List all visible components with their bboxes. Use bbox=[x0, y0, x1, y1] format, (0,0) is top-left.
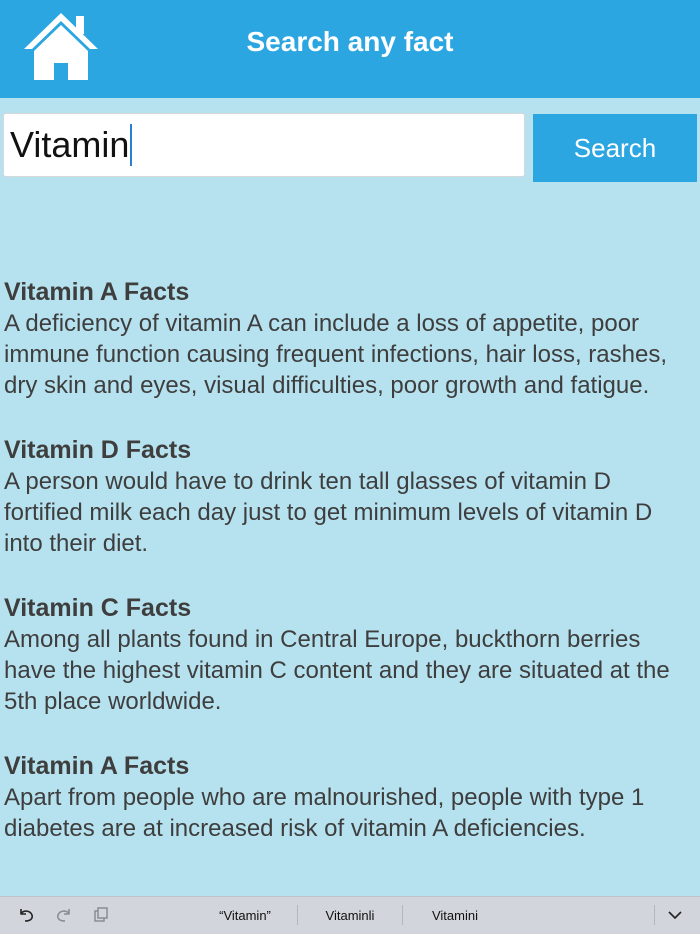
results-list: Vitamin A Facts A deficiency of vitamin … bbox=[4, 276, 684, 877]
fact-item: Vitamin C Facts Among all plants found i… bbox=[4, 592, 684, 717]
fact-title: Vitamin A Facts bbox=[4, 278, 190, 306]
text-caret bbox=[130, 124, 132, 166]
search-button[interactable]: Search bbox=[533, 114, 697, 182]
keyboard-shortcut-bar: “Vitamin” Vitaminli Vitamini bbox=[0, 896, 700, 934]
search-input[interactable] bbox=[3, 113, 525, 177]
paste-icon[interactable] bbox=[91, 905, 111, 925]
fact-body: Among all plants found in Central Europe… bbox=[4, 626, 670, 715]
chevron-down-icon[interactable] bbox=[665, 905, 685, 925]
suggestion-divider bbox=[297, 905, 298, 925]
fact-body: Apart from people who are malnourished, … bbox=[4, 784, 645, 842]
fact-title: Vitamin A Facts bbox=[4, 752, 190, 780]
suggestion-item[interactable]: Vitamini bbox=[405, 908, 505, 923]
fact-item: Vitamin D Facts A person would have to d… bbox=[4, 434, 684, 559]
redo-icon[interactable] bbox=[54, 905, 74, 925]
fact-item: Vitamin A Facts Apart from people who ar… bbox=[4, 750, 684, 844]
fact-item: Vitamin A Facts A deficiency of vitamin … bbox=[4, 276, 684, 401]
suggestion-divider bbox=[654, 905, 655, 925]
undo-icon[interactable] bbox=[16, 905, 36, 925]
page-title: Search any fact bbox=[246, 26, 454, 57]
fact-body: A deficiency of vitamin A can include a … bbox=[4, 310, 668, 399]
app-header: Search any fact bbox=[0, 0, 700, 98]
fact-title: Vitamin D Facts bbox=[4, 436, 192, 464]
fact-title: Vitamin C Facts bbox=[4, 594, 192, 622]
suggestion-item[interactable]: “Vitamin” bbox=[195, 908, 295, 923]
fact-body: A person would have to drink ten tall gl… bbox=[4, 468, 653, 557]
suggestion-divider bbox=[402, 905, 403, 925]
suggestion-item[interactable]: Vitaminli bbox=[300, 908, 400, 923]
